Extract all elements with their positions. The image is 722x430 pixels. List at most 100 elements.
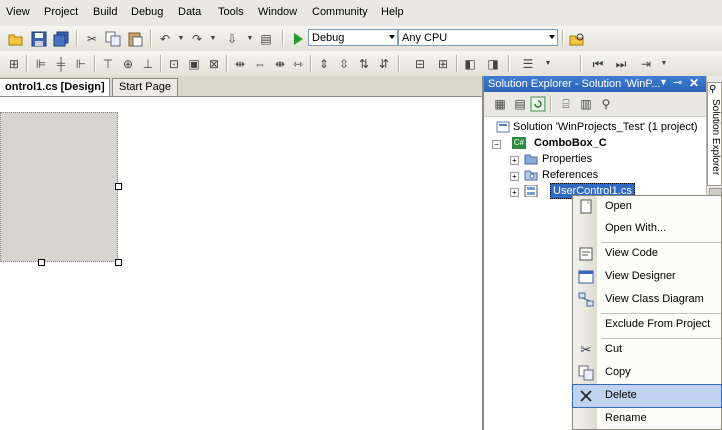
auto-hide-pin-icon[interactable]: ⊸: [673, 76, 682, 89]
toolbar-separator: [94, 55, 96, 72]
redo-dropdown-icon[interactable]: ▼: [205, 31, 221, 47]
references-folder-icon: [524, 169, 538, 181]
menu-window[interactable]: Window: [258, 6, 297, 18]
undo-icon[interactable]: ↶: [157, 31, 173, 47]
solution-explorer-title: Solution Explorer - Solution 'WinP...: [488, 78, 661, 90]
vertical-spacing-icon[interactable]: ⇕: [316, 56, 332, 72]
context-menu-item-view-code[interactable]: View Code: [573, 243, 721, 265]
next-icon[interactable]: ⏭: [613, 56, 629, 72]
view-code-icon[interactable]: ⌸: [558, 96, 574, 112]
align-lefts-icon[interactable]: ⊫: [33, 56, 49, 72]
align-bottoms-icon[interactable]: ⊥: [140, 56, 156, 72]
menu-item-label: Delete: [605, 389, 637, 401]
overflow-chevron-icon[interactable]: ▼: [656, 56, 672, 72]
collapse-icon[interactable]: −: [492, 140, 501, 149]
context-menu-item-exclude-from-project[interactable]: Exclude From Project: [573, 314, 721, 336]
undo-dropdown-icon[interactable]: ▼: [173, 31, 189, 47]
bring-to-front-icon[interactable]: ◧: [462, 56, 478, 72]
center-vertically-icon[interactable]: ⊞: [435, 56, 451, 72]
resize-handle-bottom[interactable]: [38, 259, 45, 266]
context-menu-item-cut[interactable]: ✂ Cut: [573, 339, 721, 361]
resize-handle-right[interactable]: [115, 183, 122, 190]
context-menu-item-open[interactable]: Open: [573, 196, 721, 218]
context-menu-item-open-with[interactable]: Open With...: [573, 218, 721, 240]
user-control-surface[interactable]: [0, 112, 118, 262]
close-icon[interactable]: ✕: [689, 76, 699, 90]
context-menu-item-copy[interactable]: Copy: [573, 362, 721, 384]
menu-project[interactable]: Project: [44, 6, 78, 18]
menu-help[interactable]: Help: [381, 6, 404, 18]
decrease-h-spacing-icon[interactable]: ⇼: [272, 56, 288, 72]
tab-order-icon[interactable]: ☰: [520, 56, 536, 72]
align-centers-icon[interactable]: ╪: [53, 56, 69, 72]
find-in-files-icon[interactable]: [569, 31, 585, 47]
toolbar-separator: [580, 55, 582, 72]
remove-v-spacing-icon[interactable]: ⇵: [376, 56, 392, 72]
chevron-down-icon: [549, 35, 555, 39]
context-menu-item-rename[interactable]: Rename: [573, 408, 721, 430]
menu-bar: View Project Build Debug Data Tools Wind…: [0, 0, 722, 26]
more-icon[interactable]: ⇥: [638, 56, 654, 72]
save-all-icon[interactable]: [53, 31, 69, 47]
open-folder-icon[interactable]: [8, 31, 24, 47]
solution-explorer-side-tab[interactable]: ⚲ Solution Explorer: [707, 82, 722, 186]
tree-node-label: Properties: [542, 153, 593, 165]
context-menu-item-delete[interactable]: Delete: [572, 384, 722, 408]
copy-icon: [578, 365, 594, 381]
redo-icon[interactable]: ↷: [189, 31, 205, 47]
resize-handle-corner[interactable]: [115, 259, 122, 266]
expand-icon[interactable]: +: [510, 172, 519, 181]
increase-h-spacing-icon[interactable]: ⇔: [252, 56, 268, 72]
solution-configuration-combo[interactable]: Debug: [308, 29, 398, 46]
menu-item-label: Rename: [605, 412, 647, 424]
menu-item-label: View Class Diagram: [605, 293, 704, 305]
decrease-v-spacing-icon[interactable]: ⇅: [356, 56, 372, 72]
tab-usercontrol-design[interactable]: ontrol1.cs [Design]: [0, 78, 110, 96]
show-all-files-icon[interactable]: ▤: [512, 96, 528, 112]
menu-view[interactable]: View: [6, 6, 30, 18]
align-middles-icon[interactable]: ⊕: [120, 56, 136, 72]
menu-build[interactable]: Build: [93, 6, 117, 18]
properties-icon[interactable]: ▦: [492, 96, 508, 112]
navigate-dropdown-icon[interactable]: ▼: [242, 31, 258, 47]
menu-community[interactable]: Community: [312, 6, 368, 18]
paste-icon[interactable]: [127, 31, 143, 47]
start-debugging-icon[interactable]: [290, 31, 306, 47]
context-menu-item-view-designer[interactable]: View Designer: [573, 266, 721, 288]
context-menu-item-view-class-diagram[interactable]: View Class Diagram: [573, 289, 721, 311]
navigate-forward-icon[interactable]: ▤: [258, 31, 274, 47]
view-code-icon: [578, 246, 594, 262]
expand-icon[interactable]: +: [510, 156, 519, 165]
copy-icon[interactable]: [105, 31, 121, 47]
toolbar-separator: [562, 30, 564, 47]
align-rights-icon[interactable]: ⊩: [73, 56, 89, 72]
tab-order-dropdown-icon[interactable]: ▼: [540, 56, 556, 72]
send-to-back-icon[interactable]: ◨: [485, 56, 501, 72]
window-position-icon[interactable]: ▼: [659, 77, 668, 87]
tab-start-page[interactable]: Start Page: [112, 78, 178, 96]
solution-platform-combo[interactable]: Any CPU: [398, 29, 558, 46]
make-same-width-icon[interactable]: ⊡: [166, 56, 182, 72]
open-icon: [578, 199, 594, 215]
horizontal-spacing-icon[interactable]: ⇹: [232, 56, 248, 72]
menu-debug[interactable]: Debug: [131, 6, 163, 18]
refresh-icon[interactable]: [530, 96, 546, 112]
menu-tools[interactable]: Tools: [218, 6, 244, 18]
center-horizontally-icon[interactable]: ⊟: [412, 56, 428, 72]
navigate-icon[interactable]: ⇩: [224, 31, 240, 47]
align-tops-icon[interactable]: ⊤: [100, 56, 116, 72]
class-diagram-icon[interactable]: ⚲: [598, 96, 614, 112]
increase-v-spacing-icon[interactable]: ⇳: [336, 56, 352, 72]
view-designer-icon[interactable]: ▥: [578, 96, 594, 112]
cut-icon[interactable]: ✂: [84, 31, 100, 47]
save-icon[interactable]: [31, 31, 47, 47]
align-to-grid-icon[interactable]: ⊞: [6, 56, 22, 72]
usercontrol-file-icon: [524, 184, 538, 198]
remove-h-spacing-icon[interactable]: ⇿: [290, 56, 306, 72]
menu-data[interactable]: Data: [178, 6, 201, 18]
first-icon[interactable]: ⏮: [590, 56, 606, 72]
toolbar-separator: [150, 30, 152, 47]
size-to-grid-icon[interactable]: ⊠: [206, 56, 222, 72]
make-same-height-icon[interactable]: ▣: [186, 56, 202, 72]
expand-icon[interactable]: +: [510, 188, 519, 197]
